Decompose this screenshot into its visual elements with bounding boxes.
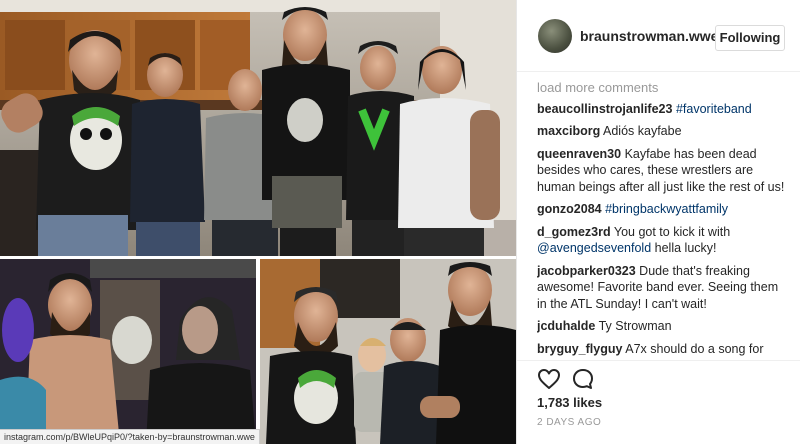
post-header: braunstrowman.wwe Following <box>517 0 800 72</box>
comment-username[interactable]: jcduhalde <box>537 319 595 333</box>
load-more-comments-link[interactable]: load more comments <box>537 80 791 97</box>
comments-list[interactable]: load more comments beaucollinstrojanlife… <box>537 80 791 360</box>
comment-text: Adiós kayfabe <box>603 124 682 138</box>
comment-text: hella lucky! <box>654 241 717 255</box>
post-sidebar: braunstrowman.wwe Following load more co… <box>516 0 800 444</box>
comment-username[interactable]: bryguy_flyguy <box>537 342 622 356</box>
comment-username[interactable]: beaucollinstrojanlife23 <box>537 102 672 116</box>
comment-username[interactable]: maxciborg <box>537 124 600 138</box>
comment-item: bryguy_flyguy A7x should do a song for B… <box>537 341 791 361</box>
comment-username[interactable]: d_gomez3rd <box>537 225 611 239</box>
mention-link[interactable]: @avengedsevenfold <box>537 241 651 255</box>
comment-item: queenraven30 Kayfabe has been dead besid… <box>537 146 791 196</box>
comment-username[interactable]: queenraven30 <box>537 147 621 161</box>
photo-collage <box>0 0 516 444</box>
hashtag-link[interactable]: #bringbackwyattfamily <box>605 202 728 216</box>
hashtag-link[interactable]: #favoriteband <box>676 102 752 116</box>
comment-item: beaucollinstrojanlife23 #favoriteband <box>537 101 791 118</box>
avatar[interactable] <box>538 19 572 53</box>
comment-username[interactable]: gonzo2084 <box>537 202 602 216</box>
comment-username[interactable]: jacobparker0323 <box>537 264 636 278</box>
post-photo[interactable]: instagram.com/p/BWleUPqiP0/?taken-by=bra… <box>0 0 516 444</box>
username-link[interactable]: braunstrowman.wwe <box>580 28 718 44</box>
comment-item: maxciborg Adiós kayfabe <box>537 123 791 140</box>
likes-count[interactable]: 1,783 likes <box>537 395 602 410</box>
comment-text: You got to kick it with <box>613 224 731 239</box>
post-actions: 1,783 likes 2 DAYS AGO <box>517 360 800 444</box>
comment-item: jcduhalde Ty Strowman <box>537 318 791 335</box>
post-timestamp[interactable]: 2 DAYS AGO <box>537 417 601 428</box>
comment-item: jacobparker0323 Dude that's freaking awe… <box>537 263 791 313</box>
comment-icon[interactable] <box>571 367 595 391</box>
comment-item: d_gomez3rd You got to kick it with @aven… <box>537 224 791 257</box>
comment-item: gonzo2084 #bringbackwyattfamily <box>537 201 791 218</box>
heart-icon[interactable] <box>537 367 561 391</box>
following-button[interactable]: Following <box>715 25 785 51</box>
comment-text: Ty Strowman <box>598 319 672 333</box>
status-url: instagram.com/p/BWleUPqiP0/?taken-by=bra… <box>0 429 260 444</box>
